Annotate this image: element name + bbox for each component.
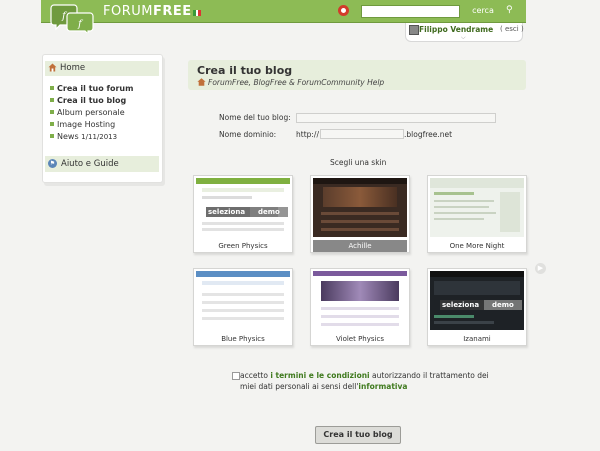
chevron-down-icon[interactable]: ⌵: [461, 34, 466, 42]
skin-card-one-more-night[interactable]: One More Night: [427, 175, 527, 253]
skin-card-violet-physics[interactable]: Violet Physics: [310, 268, 410, 346]
brand-suffix: FREE: [152, 4, 192, 19]
sidebar-item-label: Image Hosting: [57, 120, 116, 129]
italian-flag-icon[interactable]: [193, 10, 202, 16]
domain-prefix: http://: [296, 130, 319, 139]
blog-name-label: Nome del tuo blog:: [219, 113, 291, 122]
select-skin-button[interactable]: seleziona: [442, 300, 479, 310]
username[interactable]: Filippo Vendrame: [419, 25, 493, 34]
home-icon: [48, 63, 57, 72]
lifebuoy-icon[interactable]: [338, 5, 349, 16]
logout-label: esci: [504, 25, 519, 33]
skin-card-achille[interactable]: Achille: [310, 175, 410, 253]
sidebar-item-crea-forum[interactable]: Crea il tuo forum: [50, 84, 133, 93]
skin-name: Blue Physics: [221, 335, 265, 343]
blog-name-input[interactable]: [296, 113, 496, 123]
logout-link[interactable]: ( esci ): [500, 25, 524, 33]
sidebar-item-image-hosting[interactable]: Image Hosting: [50, 120, 115, 129]
skin-name: One More Night: [449, 242, 505, 250]
skin-card-green-physics[interactable]: seleziona demo Green Physics: [193, 175, 293, 253]
sidebar-item-label: Crea il tuo forum: [57, 84, 134, 93]
skin-overlay: seleziona demo: [440, 300, 522, 310]
skin-preview: seleziona demo: [430, 271, 524, 330]
page-title: Crea il tuo blog: [197, 64, 293, 77]
help-icon: ⚑: [48, 159, 57, 168]
skin-preview: [313, 271, 407, 330]
news-date: 1/11/2013: [81, 133, 118, 141]
sidebar-item-album[interactable]: Album personale: [50, 108, 125, 117]
breadcrumb[interactable]: ForumFree, BlogFree & ForumCommunity Hel…: [208, 78, 384, 87]
privacy-link[interactable]: informativa: [358, 382, 407, 391]
skin-preview: [430, 178, 524, 237]
search-icon[interactable]: ⚲: [506, 5, 516, 15]
search-input[interactable]: [361, 5, 460, 18]
skin-overlay: seleziona demo: [206, 207, 288, 217]
domain-suffix: .blogfree.net: [404, 130, 453, 139]
skin-name: Violet Physics: [336, 335, 384, 343]
demo-skin-button[interactable]: demo: [250, 207, 288, 217]
skin-name: Green Physics: [218, 242, 268, 250]
skin-name: Achille: [313, 240, 407, 252]
sidebar-help-label[interactable]: Aiuto e Guide: [61, 159, 119, 169]
sidebar-item-label: Album personale: [57, 108, 125, 117]
skin-card-blue-physics[interactable]: Blue Physics: [193, 268, 293, 346]
skin-preview: seleziona demo: [196, 178, 290, 237]
skin-preview: [196, 271, 290, 330]
terms-checkbox[interactable]: [232, 372, 240, 380]
next-arrow-icon[interactable]: ▶: [535, 263, 546, 274]
sidebar-item-label: News: [57, 132, 79, 141]
skin-preview: [313, 178, 407, 237]
terms-text: accetto i termini e le condizioni autori…: [240, 370, 490, 392]
sidebar-item-label: Crea il tuo blog: [57, 96, 127, 105]
sidebar-item-crea-blog[interactable]: Crea il tuo blog: [50, 96, 126, 105]
domain-label: Nome dominio:: [219, 130, 277, 139]
terms-link[interactable]: i termini e le condizioni: [270, 371, 369, 380]
select-skin-button[interactable]: seleziona: [208, 207, 245, 217]
skin-heading: Scegli una skin: [330, 158, 387, 167]
search-button[interactable]: cerca: [461, 4, 505, 18]
brand-name[interactable]: FORUMFREE: [103, 4, 192, 19]
create-blog-button[interactable]: Crea il tuo blog: [315, 426, 401, 444]
home-icon: [197, 78, 206, 86]
skin-card-izanami[interactable]: seleziona demo Izanami: [427, 268, 527, 346]
demo-skin-button[interactable]: demo: [484, 300, 522, 310]
avatar[interactable]: [409, 25, 419, 35]
terms-pre: accetto: [240, 371, 268, 380]
brand-prefix: FORUM: [103, 4, 153, 19]
skin-name: Izanami: [463, 335, 491, 343]
sidebar-item-news[interactable]: News 1/11/2013: [50, 132, 117, 141]
forumfree-logo[interactable]: f f: [48, 3, 96, 36]
domain-input[interactable]: [320, 129, 404, 139]
sidebar-home-label[interactable]: Home: [60, 63, 85, 73]
